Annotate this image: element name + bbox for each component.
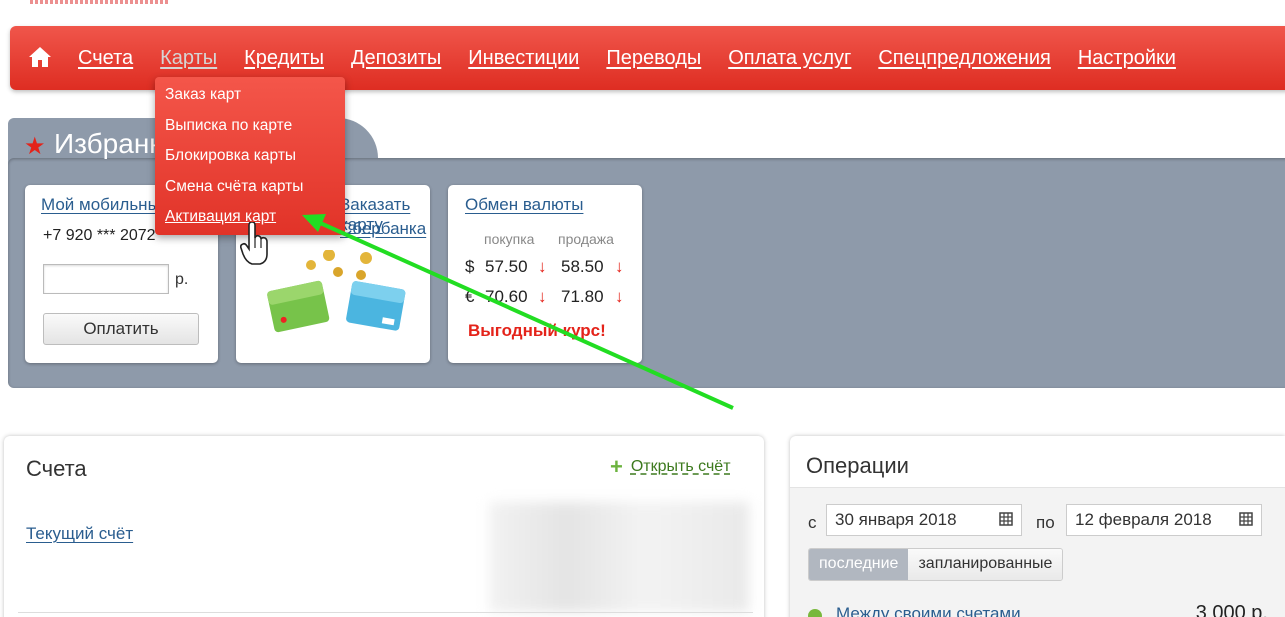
open-account-label: Открыть счёт [630, 458, 731, 475]
arrow-down-icon: ↓ [538, 257, 547, 276]
from-date-field[interactable]: 30 января 2018 [826, 504, 1022, 536]
accounts-panel: Счета + Открыть счёт Текущий счёт [4, 436, 764, 617]
logo-fragment [30, 0, 170, 4]
sell-rate: 71.80 [561, 287, 604, 306]
buy-rate: 57.50 [485, 257, 528, 276]
to-date-field[interactable]: 12 февраля 2018 [1066, 504, 1262, 536]
calendar-icon[interactable] [1239, 512, 1253, 526]
operation-name[interactable]: Между своими счетами [836, 604, 1021, 617]
nav-item-cards[interactable]: Карты [160, 47, 217, 70]
bank-page: Счета Карты Кредиты Депозиты Инвестиции … [0, 0, 1285, 617]
order-card-link-line2[interactable]: Сбербанка [340, 219, 426, 239]
menu-item-order-cards[interactable]: Заказ карт [155, 83, 345, 114]
operation-amount: 3 000 р. [1195, 602, 1268, 617]
operations-panel: Операции с 30 января 2018 по 12 февраля … [790, 436, 1285, 617]
tab-scheduled[interactable]: запланированные [908, 549, 1063, 580]
status-dot-icon [808, 609, 822, 617]
arrow-down-icon: ↓ [615, 287, 624, 306]
sell-rate: 58.50 [561, 257, 604, 276]
operations-body: с 30 января 2018 по 12 февраля 2018 посл… [790, 488, 1285, 617]
from-label: с [808, 513, 817, 532]
blurred-balance [489, 502, 749, 612]
nav-item-investments[interactable]: Инвестиции [468, 47, 579, 70]
operations-title: Операции [806, 453, 909, 478]
buy-rate: 70.60 [485, 287, 528, 306]
home-icon[interactable] [28, 45, 52, 69]
calendar-icon[interactable] [999, 512, 1013, 526]
menu-item-change-card-account[interactable]: Смена счёта карты [155, 175, 345, 206]
divider [18, 612, 753, 613]
arrow-down-icon: ↓ [615, 257, 624, 276]
nav-item-settings[interactable]: Настройки [1078, 47, 1176, 70]
currency-label: р. [175, 271, 189, 288]
nav-item-payments[interactable]: Оплата услуг [728, 47, 851, 70]
from-date-value: 30 января 2018 [835, 510, 957, 529]
to-label: по [1036, 513, 1055, 532]
accounts-title: Счета [26, 456, 87, 481]
currency-exchange-link[interactable]: Обмен валюты [465, 195, 583, 215]
menu-item-card-statement[interactable]: Выписка по карте [155, 114, 345, 145]
buy-header: покупка [484, 231, 535, 247]
currency-exchange-card: Обмен валюты покупка продажа $ 57.50 ↓ 5… [448, 185, 642, 363]
payment-amount-input[interactable] [43, 264, 169, 294]
arrow-down-icon: ↓ [538, 287, 547, 306]
hand-cursor-icon [240, 222, 268, 265]
nav-item-deposits[interactable]: Депозиты [351, 47, 441, 70]
phone-number: +7 920 *** 2072 [43, 227, 156, 244]
mobile-payment-link[interactable]: Мой мобильный [41, 195, 169, 215]
nav-item-credits[interactable]: Кредиты [244, 47, 324, 70]
star-icon: ★ [24, 133, 46, 160]
currency-symbol: € [465, 287, 475, 306]
operation-row[interactable]: Между своими счетами 3 000 р. [808, 602, 1268, 617]
menu-item-block-card[interactable]: Блокировка карты [155, 144, 345, 175]
favorable-rate-label: Выгодный курс! [468, 321, 606, 340]
nav-item-accounts[interactable]: Счета [78, 47, 133, 70]
tab-recent[interactable]: последние [809, 549, 909, 580]
to-date-value: 12 февраля 2018 [1075, 510, 1212, 529]
operations-tabs: последние запланированные [808, 548, 1064, 581]
plus-icon: + [610, 454, 623, 479]
pay-button[interactable]: Оплатить [43, 313, 199, 345]
bank-cards-illustration [267, 250, 406, 333]
open-account-button[interactable]: + Открыть счёт [610, 454, 731, 479]
nav-item-special-offers[interactable]: Спецпредложения [878, 47, 1051, 70]
current-account-link[interactable]: Текущий счёт [26, 524, 133, 544]
operations-header: Операции [790, 436, 1285, 488]
nav-item-transfers[interactable]: Переводы [606, 47, 701, 70]
currency-symbol: $ [465, 257, 475, 276]
cards-dropdown-menu: Заказ карт Выписка по карте Блокировка к… [155, 77, 345, 235]
sell-header: продажа [558, 231, 614, 247]
